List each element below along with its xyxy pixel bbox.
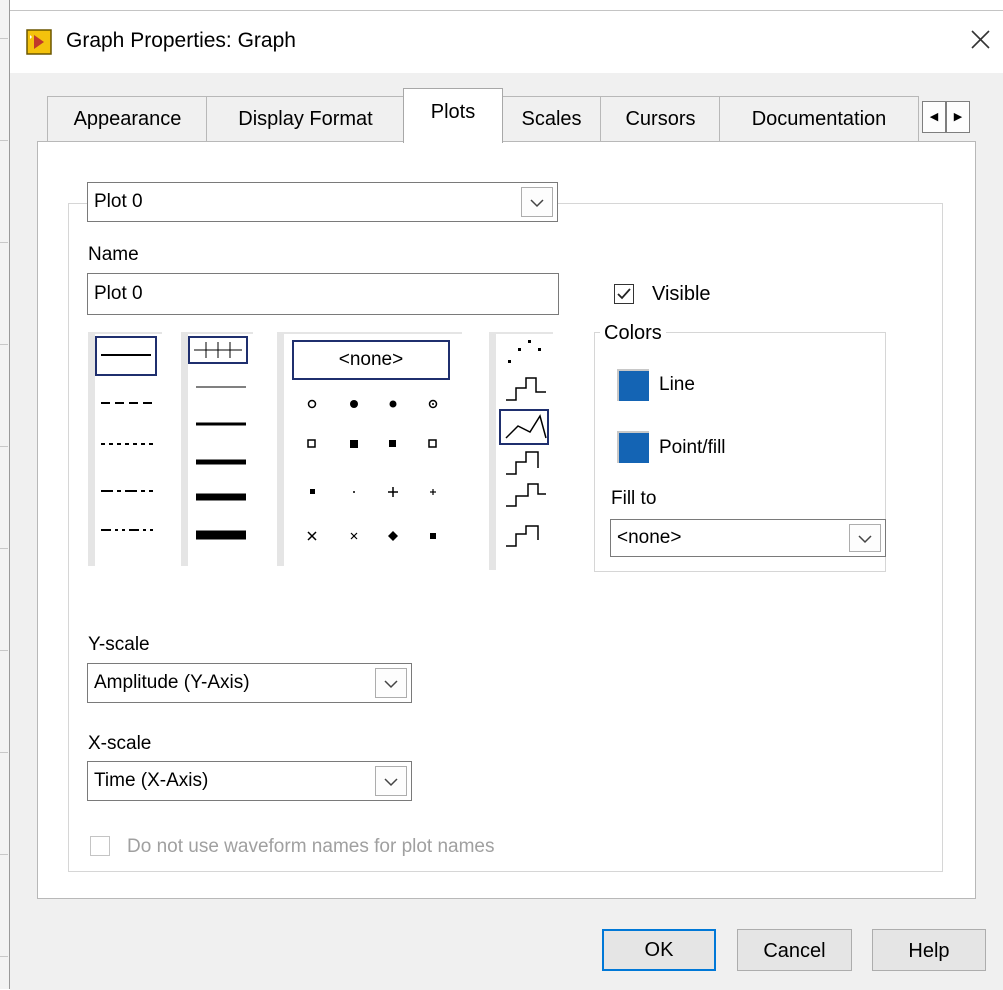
chevron-down-icon — [521, 187, 553, 217]
chevron-down-icon — [375, 668, 407, 698]
plot-name-input[interactable]: Plot 0 — [87, 273, 559, 315]
window-title: Graph Properties: Graph — [66, 29, 296, 52]
help-button[interactable]: Help — [872, 929, 986, 971]
line-color-label: Line — [659, 374, 695, 395]
interpolation-palette[interactable] — [489, 332, 553, 570]
chevron-down-icon — [849, 524, 881, 552]
tab-documentation[interactable]: Documentation — [719, 96, 919, 141]
plot-selector[interactable]: Plot 0 — [87, 182, 558, 222]
checkmark-icon — [617, 288, 631, 300]
tab-scroll-right-button[interactable]: ▶ — [946, 101, 970, 133]
name-label: Name — [88, 244, 139, 265]
point-fill-color-label: Point/fill — [659, 437, 726, 458]
fill-to-select[interactable]: <none> — [610, 519, 886, 557]
chevron-down-icon — [375, 766, 407, 796]
tab-scroll-left-button[interactable]: ◀ — [922, 101, 946, 133]
plot-selector-value: Plot 0 — [94, 191, 143, 212]
visible-label: Visible — [652, 283, 711, 305]
point-fill-color-swatch[interactable] — [617, 431, 649, 463]
waveform-names-label: Do not use waveform names for plot names — [127, 836, 495, 857]
line-style-palette[interactable] — [88, 332, 162, 566]
point-style-none-option: <none> — [292, 340, 450, 380]
cancel-button[interactable]: Cancel — [737, 929, 852, 971]
visible-checkbox[interactable] — [614, 284, 634, 304]
background-window-edge — [0, 0, 10, 989]
yscale-select[interactable]: Amplitude (Y-Axis) — [87, 663, 412, 703]
tab-plots[interactable]: Plots — [403, 88, 503, 143]
tab-scales[interactable]: Scales — [501, 96, 602, 141]
close-icon — [971, 30, 990, 49]
fill-to-label: Fill to — [611, 488, 657, 509]
ok-button[interactable]: OK — [602, 929, 716, 971]
tab-appearance[interactable]: Appearance — [47, 96, 208, 141]
yscale-label: Y-scale — [88, 634, 150, 655]
colors-title: Colors — [600, 322, 666, 345]
labview-vi-icon — [26, 29, 52, 55]
close-button[interactable] — [960, 18, 1000, 62]
xscale-label: X-scale — [88, 733, 152, 754]
line-width-palette[interactable] — [181, 332, 253, 566]
tab-cursors[interactable]: Cursors — [600, 96, 721, 141]
arrow-right-icon: ▶ — [953, 111, 963, 123]
line-style-icons — [95, 336, 157, 531]
fill-to-value: <none> — [617, 527, 682, 548]
xscale-select[interactable]: Time (X-Axis) — [87, 761, 412, 801]
line-width-icons — [188, 336, 248, 540]
interpolation-icons — [499, 340, 549, 547]
tab-display-format[interactable]: Display Format — [206, 96, 405, 141]
line-color-swatch[interactable] — [617, 369, 649, 401]
waveform-names-checkbox[interactable] — [90, 836, 110, 856]
xscale-value: Time (X-Axis) — [94, 770, 209, 791]
point-style-palette[interactable]: <none> — [277, 332, 462, 566]
yscale-value: Amplitude (Y-Axis) — [94, 672, 250, 693]
arrow-left-icon: ◀ — [929, 111, 939, 123]
